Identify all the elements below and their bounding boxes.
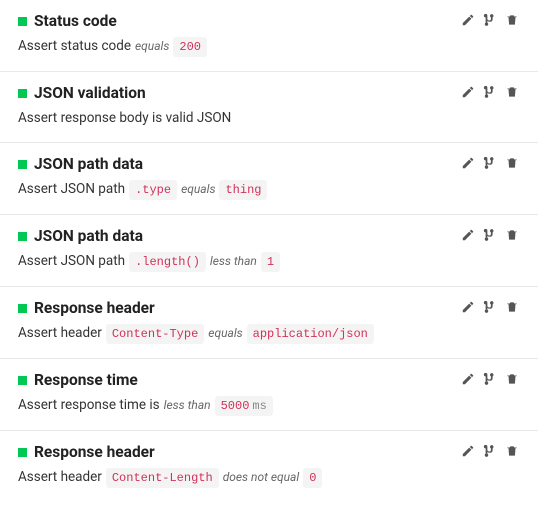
assertion-value-text: 200 <box>179 40 201 54</box>
assertion-value-text: 0 <box>309 471 316 485</box>
assertion-actions <box>460 84 520 100</box>
assertion-path: Content-Length <box>106 468 219 488</box>
edit-icon[interactable] <box>460 299 476 315</box>
assertion-description: Assert headerContent-Lengthdoes not equa… <box>18 467 520 488</box>
edit-icon[interactable] <box>460 84 476 100</box>
assertion-value-text: application/json <box>253 327 368 341</box>
assertion-item: Response time Assert response time isless… <box>0 359 538 431</box>
branch-icon[interactable] <box>482 155 498 171</box>
assertion-title: Response time <box>34 371 138 389</box>
assertion-operator: equals <box>181 180 215 198</box>
assertion-operator: equals <box>208 324 242 342</box>
status-indicator-icon <box>18 89 27 98</box>
assertion-prefix: Assert status code <box>18 36 131 56</box>
assertion-prefix: Assert JSON path <box>18 179 125 199</box>
assertion-title-row: JSON validation <box>18 84 520 102</box>
assertion-title-row: JSON path data <box>18 227 520 245</box>
assertion-prefix: Assert response body is valid JSON <box>18 108 231 128</box>
edit-icon[interactable] <box>460 371 476 387</box>
assertion-title: JSON validation <box>34 84 146 102</box>
assertion-item: Response header Assert headerContent-Leng… <box>0 431 538 502</box>
assertion-item: JSON path data Assert JSON path.length()l… <box>0 215 538 287</box>
assertion-description: Assert JSON path.typeequals thing <box>18 179 520 200</box>
branch-icon[interactable] <box>482 84 498 100</box>
assertion-item: Response header Assert headerContent-Type… <box>0 287 538 359</box>
assertion-title: Response header <box>34 299 155 317</box>
assertion-value: 0 <box>303 468 322 488</box>
assertion-prefix: Assert response time is <box>18 395 160 415</box>
status-indicator-icon <box>18 17 27 26</box>
assertion-operator: less than <box>164 396 211 414</box>
status-indicator-icon <box>18 232 27 241</box>
assertion-item: Status code Assert status codeequals 200 <box>0 0 538 72</box>
assertion-value: thing <box>219 180 267 200</box>
assertion-title-row: Status code <box>18 12 520 30</box>
branch-icon[interactable] <box>482 443 498 459</box>
branch-icon[interactable] <box>482 371 498 387</box>
assertion-title: Response header <box>34 443 155 461</box>
assertion-title-row: JSON path data <box>18 155 520 173</box>
assertion-actions <box>460 371 520 387</box>
assertion-actions <box>460 299 520 315</box>
edit-icon[interactable] <box>460 155 476 171</box>
assertion-description: Assert JSON path.length()less than 1 <box>18 251 520 272</box>
assertion-description: Assert response time isless than5000ms <box>18 395 520 416</box>
branch-icon[interactable] <box>482 299 498 315</box>
assertion-prefix: Assert header <box>18 323 102 343</box>
status-indicator-icon <box>18 160 27 169</box>
assertion-item: JSON validation Assert response body is v… <box>0 72 538 143</box>
delete-icon[interactable] <box>504 12 520 28</box>
assertion-title: Status code <box>34 12 117 30</box>
assertion-operator: does not equal <box>223 468 300 486</box>
assertion-unit: ms <box>252 399 266 413</box>
status-indicator-icon <box>18 448 27 457</box>
edit-icon[interactable] <box>460 12 476 28</box>
assertion-prefix: Assert JSON path <box>18 251 125 271</box>
assertion-operator: equals <box>135 37 169 55</box>
assertion-value: application/json <box>247 324 374 344</box>
delete-icon[interactable] <box>504 299 520 315</box>
assertion-actions <box>460 12 520 28</box>
assertion-description: Assert status codeequals 200 <box>18 36 520 57</box>
assertion-path: Content-Type <box>106 324 204 344</box>
assertion-value-text: thing <box>225 183 261 197</box>
delete-icon[interactable] <box>504 84 520 100</box>
assertion-description: Assert response body is valid JSON <box>18 108 520 128</box>
edit-icon[interactable] <box>460 227 476 243</box>
assertion-value-text: 5000 <box>221 399 250 413</box>
assertion-value: 200 <box>173 37 207 57</box>
delete-icon[interactable] <box>504 227 520 243</box>
assertion-actions <box>460 155 520 171</box>
assertion-value: 1 <box>261 252 280 272</box>
status-indicator-icon <box>18 304 27 313</box>
assertion-title: JSON path data <box>34 155 143 173</box>
assertion-actions <box>460 443 520 459</box>
assertion-title-row: Response time <box>18 371 520 389</box>
assertion-title-row: Response header <box>18 299 520 317</box>
assertion-value-text: 1 <box>267 255 274 269</box>
delete-icon[interactable] <box>504 371 520 387</box>
status-indicator-icon <box>18 376 27 385</box>
assertion-operator: less than <box>210 252 257 270</box>
branch-icon[interactable] <box>482 227 498 243</box>
edit-icon[interactable] <box>460 443 476 459</box>
assertion-value: 5000ms <box>215 396 273 416</box>
assertion-title-row: Response header <box>18 443 520 461</box>
branch-icon[interactable] <box>482 12 498 28</box>
assertion-item: JSON path data Assert JSON path.typeequal… <box>0 143 538 215</box>
assertion-title: JSON path data <box>34 227 143 245</box>
assertion-path: .type <box>129 180 177 200</box>
delete-icon[interactable] <box>504 443 520 459</box>
assertion-prefix: Assert header <box>18 467 102 487</box>
delete-icon[interactable] <box>504 155 520 171</box>
assertion-path: .length() <box>129 252 206 272</box>
assertion-description: Assert headerContent-Typeequals applicati… <box>18 323 520 344</box>
assertion-actions <box>460 227 520 243</box>
